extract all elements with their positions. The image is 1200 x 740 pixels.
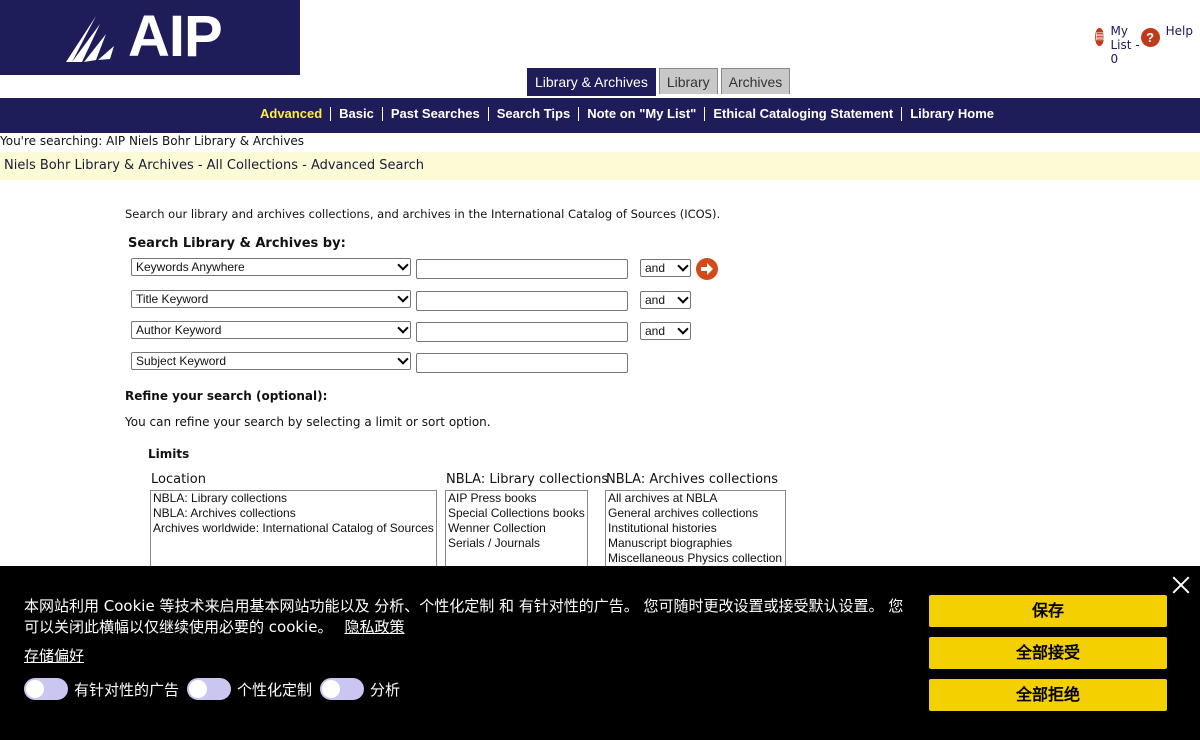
- search-input-3[interactable]: [416, 322, 628, 342]
- tab-library[interactable]: Library: [658, 68, 718, 94]
- search-heading: Search Library & Archives by:: [128, 236, 346, 251]
- bool-select-3[interactable]: and: [640, 322, 691, 340]
- field-select-value: Keywords Anywhere: [136, 260, 245, 274]
- field-select-2[interactable]: Title Keyword: [131, 290, 411, 308]
- nav-ethical-cataloging[interactable]: Ethical Cataloging Statement: [704, 107, 901, 121]
- field-select-value: Subject Keyword: [136, 354, 227, 368]
- nav-library-home[interactable]: Library Home: [901, 107, 1002, 121]
- list-item[interactable]: Institutional histories: [608, 521, 783, 536]
- searching-label: You're searching:: [0, 134, 103, 148]
- nav-past-searches[interactable]: Past Searches: [381, 107, 488, 121]
- page-title: Niels Bohr Library & Archives - All Coll…: [4, 158, 424, 173]
- nav-advanced[interactable]: Advanced: [252, 107, 330, 121]
- help-label: Help: [1165, 24, 1193, 38]
- tab-archives[interactable]: Archives: [720, 68, 791, 94]
- limits-heading: Limits: [148, 447, 190, 461]
- search-input-2[interactable]: [416, 291, 628, 311]
- list-item[interactable]: Wenner Collection: [448, 521, 585, 536]
- nav-search-tips[interactable]: Search Tips: [487, 107, 578, 121]
- toggle-targeted-ads[interactable]: [24, 678, 68, 700]
- cookie-banner: 本网站利用 Cookie 等技术来启用基本网站功能以及 分析、个性化定制 和 有…: [0, 566, 1200, 740]
- cookie-toggles: 有针对性的广告 个性化定制 分析: [24, 678, 408, 700]
- searching-line: You're searching: AIP Niels Bohr Library…: [0, 134, 304, 148]
- main-nav: Advanced Basic Past Searches Search Tips…: [0, 96, 1200, 133]
- field-select-3[interactable]: Author Keyword: [131, 321, 411, 339]
- page-title-banner: Niels Bohr Library & Archives - All Coll…: [0, 152, 1200, 180]
- library-collections-label: NBLA: Library collections: [446, 472, 609, 487]
- list-item[interactable]: Archives worldwide: International Catalo…: [153, 521, 434, 536]
- arrow-right-icon: [701, 263, 713, 275]
- accept-all-button[interactable]: 全部接受: [929, 637, 1167, 669]
- library-collections-listbox[interactable]: AIP Press books Special Collections book…: [445, 490, 588, 570]
- my-list-link[interactable]: ▤ My List - 0: [1095, 24, 1140, 66]
- search-input-1[interactable]: [416, 259, 628, 279]
- refine-heading: Refine your search (optional):: [125, 389, 328, 403]
- chevron-down-icon: [677, 292, 689, 304]
- cookie-message-text: 本网站利用 Cookie 等技术来启用基本网站功能以及 分析、个性化定制 和 有…: [24, 597, 904, 636]
- tab-library-archives[interactable]: Library & Archives: [527, 68, 656, 96]
- bool-select-1[interactable]: and: [640, 259, 691, 277]
- refine-text: You can refine your search by selecting …: [125, 415, 491, 429]
- cookie-message: 本网站利用 Cookie 等技术来启用基本网站功能以及 分析、个性化定制 和 有…: [24, 596, 909, 638]
- archives-collections-listbox[interactable]: All archives at NBLA General archives co…: [605, 490, 786, 570]
- chevron-down-icon: [397, 291, 409, 303]
- logo-rays-icon: [66, 16, 114, 62]
- chevron-down-icon: [397, 353, 409, 365]
- list-item[interactable]: AIP Press books: [448, 491, 585, 506]
- search-go-button[interactable]: [696, 258, 718, 280]
- chevron-down-icon: [397, 259, 409, 271]
- location-label: Location: [151, 472, 206, 487]
- close-icon[interactable]: [1172, 576, 1190, 594]
- list-item[interactable]: Serials / Journals: [448, 536, 585, 551]
- field-select-value: Title Keyword: [136, 292, 209, 306]
- bool-select-value: and: [645, 324, 666, 338]
- logo-text: AIP: [128, 4, 223, 69]
- field-select-4[interactable]: Subject Keyword: [131, 352, 411, 370]
- toggle-label: 分析: [370, 680, 401, 699]
- list-icon: ▤: [1095, 28, 1105, 46]
- searching-value: AIP Niels Bohr Library & Archives: [106, 134, 305, 148]
- aip-logo[interactable]: AIP: [0, 0, 300, 75]
- archives-collections-label: NBLA: Archives collections: [606, 472, 779, 487]
- help-link[interactable]: ? Help: [1140, 24, 1193, 47]
- search-input-4[interactable]: [416, 353, 628, 373]
- bool-select-2[interactable]: and: [640, 291, 691, 309]
- toggle-personalization[interactable]: [187, 678, 232, 700]
- list-item[interactable]: General archives collections: [608, 506, 783, 521]
- help-icon: ?: [1140, 28, 1160, 47]
- save-button[interactable]: 保存: [929, 595, 1167, 627]
- storage-preferences-link[interactable]: 存储偏好: [24, 645, 84, 666]
- list-item[interactable]: All archives at NBLA: [608, 491, 783, 506]
- list-item[interactable]: Manuscript biographies: [608, 536, 783, 551]
- chevron-down-icon: [677, 323, 689, 335]
- location-listbox[interactable]: NBLA: Library collections NBLA: Archives…: [150, 490, 437, 570]
- reject-all-button[interactable]: 全部拒绝: [929, 679, 1167, 711]
- intro-text: Search our library and archives collecti…: [125, 207, 721, 221]
- bool-select-value: and: [645, 261, 666, 275]
- nav-note-my-list[interactable]: Note on "My List": [578, 107, 704, 121]
- field-select-value: Author Keyword: [136, 323, 222, 337]
- toggle-analytics[interactable]: [320, 678, 365, 700]
- collection-tabs: Library & Archives Library Archives: [527, 68, 793, 96]
- chevron-down-icon: [397, 322, 409, 334]
- list-item[interactable]: Special Collections books: [448, 506, 585, 521]
- toggle-label: 有针对性的广告: [74, 680, 180, 699]
- field-select-1[interactable]: Keywords Anywhere: [131, 258, 411, 276]
- bool-select-value: and: [645, 293, 666, 307]
- list-item[interactable]: NBLA: Library collections: [153, 491, 434, 506]
- chevron-down-icon: [677, 260, 689, 272]
- my-list-label: My List - 0: [1110, 24, 1140, 66]
- list-item[interactable]: Miscellaneous Physics collection: [608, 551, 783, 566]
- list-item[interactable]: NBLA: Archives collections: [153, 506, 434, 521]
- nav-basic[interactable]: Basic: [330, 107, 382, 121]
- privacy-policy-link[interactable]: 隐私政策: [344, 618, 404, 636]
- toggle-label: 个性化定制: [237, 680, 313, 699]
